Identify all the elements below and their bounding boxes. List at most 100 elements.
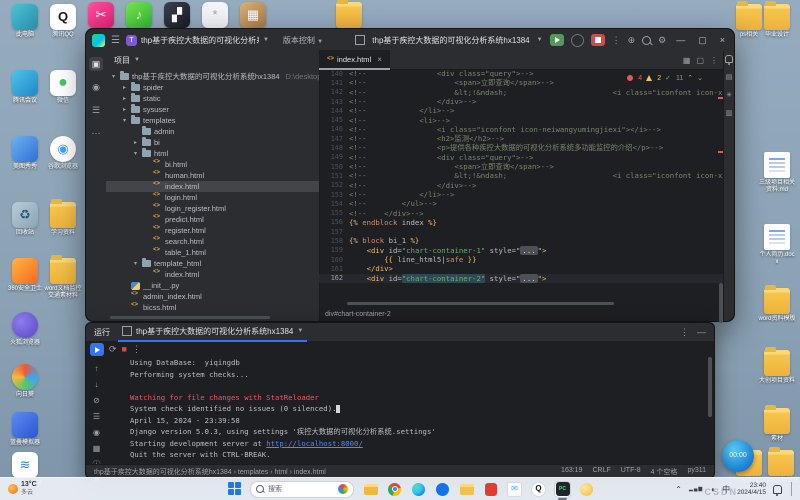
code-line[interactable]: 150 <!-- <span>立即查询</span>--> <box>319 162 724 171</box>
settings-gear-icon[interactable]: ⚙ <box>658 35 666 46</box>
next-problem-icon[interactable]: ⌄ <box>697 74 703 82</box>
network-icon[interactable]: ▂▄▆ <box>689 486 703 492</box>
editor-hscrollbar[interactable] <box>347 302 614 305</box>
floating-timer-ball[interactable]: 00:00 <box>722 440 754 472</box>
taskbar-app[interactable] <box>482 481 499 498</box>
main-menu-icon[interactable]: ☰ <box>111 35 120 46</box>
desktop-icon[interactable]: word资料模板 <box>758 285 796 323</box>
tool-stripe-icon[interactable]: ▤ <box>726 73 733 81</box>
tree-item[interactable]: index.html <box>106 181 319 192</box>
status-breadcrumb[interactable]: thp基于疾控大数据的可视化分析系统hx1384 › templates › h… <box>94 467 326 477</box>
tree-chevron-icon[interactable]: ▾ <box>121 117 128 124</box>
tree-item[interactable]: __init__.py <box>106 280 319 291</box>
desktop-icon[interactable]: 360安全卫士 <box>6 258 44 293</box>
status-item[interactable]: py311 <box>687 467 706 477</box>
tree-chevron-icon[interactable]: ▾ <box>132 260 139 267</box>
taskbar-app[interactable] <box>434 481 451 498</box>
status-item[interactable]: CRLF <box>592 467 610 477</box>
more-actions-icon[interactable]: ⋮ <box>680 327 689 338</box>
code-line[interactable]: 142 <!-- &lt;!&ndash; <i class="iconfont… <box>319 88 724 97</box>
search-input[interactable]: 搜索 <box>250 480 354 498</box>
tree-item[interactable]: search.html <box>106 236 319 247</box>
tree-item[interactable]: login_register.html <box>106 203 319 214</box>
tool-stripe-icon[interactable]: ▥ <box>726 109 733 117</box>
tree-chevron-icon[interactable]: ▸ <box>121 106 128 113</box>
tree-item[interactable]: register.html <box>106 225 319 236</box>
status-item[interactable]: UTF-8 <box>621 467 641 477</box>
code-line[interactable]: 147 <!-- <h2>监测</h2>--> <box>319 134 724 143</box>
tool-stripe-icon[interactable]: ⋯ <box>89 126 103 140</box>
code-line[interactable]: 162 <div id="chart-container-2" style=".… <box>319 273 724 283</box>
tab-bar-action-icon[interactable]: ▢ <box>696 56 704 65</box>
code-line[interactable]: 154 <!-- </ul>--> <box>319 199 724 208</box>
desktop-icon[interactable]: 三级项目相关资料.md <box>758 152 796 194</box>
run-toolbar-icon[interactable]: ⟳ <box>109 344 117 355</box>
desktop-icon[interactable]: word文档监控交通素材料 <box>44 255 82 300</box>
tree-item[interactable]: login.html <box>106 192 319 203</box>
code-line[interactable]: 153 <!-- </li>--> <box>319 190 724 199</box>
taskbar-app[interactable] <box>410 481 427 498</box>
taskbar-app[interactable] <box>578 481 595 498</box>
desktop-icon[interactable]: 毕业设计 <box>758 1 796 39</box>
taskbar-app[interactable]: PC <box>554 480 571 500</box>
close-button[interactable]: × <box>717 35 728 45</box>
tool-stripe-icon[interactable]: ▣ <box>89 57 103 71</box>
notifications-bell-icon[interactable] <box>725 55 733 65</box>
tray-chevron-icon[interactable]: ⌃ <box>675 485 682 494</box>
debug-button[interactable] <box>570 33 584 47</box>
tree-item[interactable]: index.html <box>106 269 319 280</box>
status-item[interactable]: 163:19 <box>561 467 582 477</box>
tree-item[interactable]: bicss.html <box>106 302 319 313</box>
desktop-icon[interactable]: 美图秀秀 <box>6 136 44 171</box>
console-action-icon[interactable]: ▦ <box>90 443 103 454</box>
project-widget[interactable]: T thp基于疾控大数据的可视化分析系统hx1384 ▼ <box>125 34 269 46</box>
hide-panel-icon[interactable]: — <box>697 327 706 338</box>
start-button[interactable] <box>228 482 242 496</box>
prev-problem-icon[interactable]: ⌃ <box>687 74 693 82</box>
desktop-icon[interactable]: 向日葵 <box>6 364 44 399</box>
console-action-icon[interactable]: ◉ <box>90 427 103 438</box>
run-config-tab[interactable]: thp基于疾控大数据的可视化分析系统hx1384 ▼ <box>118 322 308 342</box>
tree-item[interactable]: admin_index.html <box>106 291 319 302</box>
run-button[interactable] <box>549 34 564 46</box>
tab-index-html[interactable]: <> index.html × <box>319 50 390 70</box>
desktop-icon[interactable]: Q 腾讯QQ <box>44 4 82 39</box>
project-panel-header[interactable]: 项目 ▼ <box>106 51 319 69</box>
desktop-icon[interactable]: ♻ 回收站 <box>6 202 44 237</box>
add-user-icon[interactable]: ⊕ <box>628 35 636 46</box>
volume-icon[interactable]: ◖ <box>710 485 715 494</box>
rerun-button[interactable] <box>90 343 104 356</box>
clock[interactable]: 23:40 2024/4/15 <box>737 482 766 497</box>
tree-chevron-icon[interactable]: ▸ <box>132 139 139 146</box>
show-desktop-button[interactable] <box>791 482 794 496</box>
console-action-icon[interactable]: ☰ <box>90 411 103 422</box>
code-line[interactable]: 149 <!-- <div class="query">--> <box>319 153 724 162</box>
notification-bell-icon[interactable] <box>773 484 782 496</box>
desktop-icon[interactable]: 蓝叠模拟器 <box>6 412 44 447</box>
desktop-icon[interactable]: ● 微信 <box>44 70 82 105</box>
run-toolbar-icon[interactable]: ⋮ <box>132 344 141 355</box>
tool-stripe-icon[interactable]: ✳ <box>726 91 732 99</box>
code-line[interactable]: 160 {{ line_html5|safe }} <box>319 255 724 264</box>
search-icon[interactable] <box>642 35 652 45</box>
vcs-widget[interactable]: 版本控制 ▼ <box>283 35 323 46</box>
console-action-icon[interactable]: ⊘ <box>90 395 103 406</box>
desktop-icon[interactable]: 个人简历.docx <box>758 224 796 266</box>
tree-item[interactable]: ▸ bi <box>106 137 319 148</box>
tree-item[interactable]: bi.html <box>106 159 319 170</box>
project-hscrollbar[interactable] <box>110 316 270 319</box>
code-line[interactable]: 159 <div id="chart-container-1" style=".… <box>319 245 724 255</box>
tree-item[interactable]: ▸ spider <box>106 82 319 93</box>
maximize-button[interactable]: ▢ <box>695 35 710 46</box>
tree-chevron-icon[interactable]: ▾ <box>132 150 139 157</box>
code-line[interactable]: 158 {% block bi_1 %} <box>319 236 724 245</box>
run-toolbar-icon[interactable]: ■ <box>122 344 127 355</box>
tab-bar-action-icon[interactable]: ⋮ <box>710 56 718 65</box>
taskbar-app[interactable]: Q <box>530 481 547 498</box>
tool-stripe-icon[interactable]: ☰ <box>89 103 103 117</box>
desktop-icon[interactable]: 学习资料 <box>44 199 82 237</box>
desktop-icon[interactable]: 素材 <box>758 405 796 443</box>
code-editor[interactable]: 140 <!-- <div class="query">--> 141 <!--… <box>319 69 724 299</box>
tree-item[interactable]: ▸ static <box>106 93 319 104</box>
tree-item[interactable]: admin <box>106 126 319 137</box>
